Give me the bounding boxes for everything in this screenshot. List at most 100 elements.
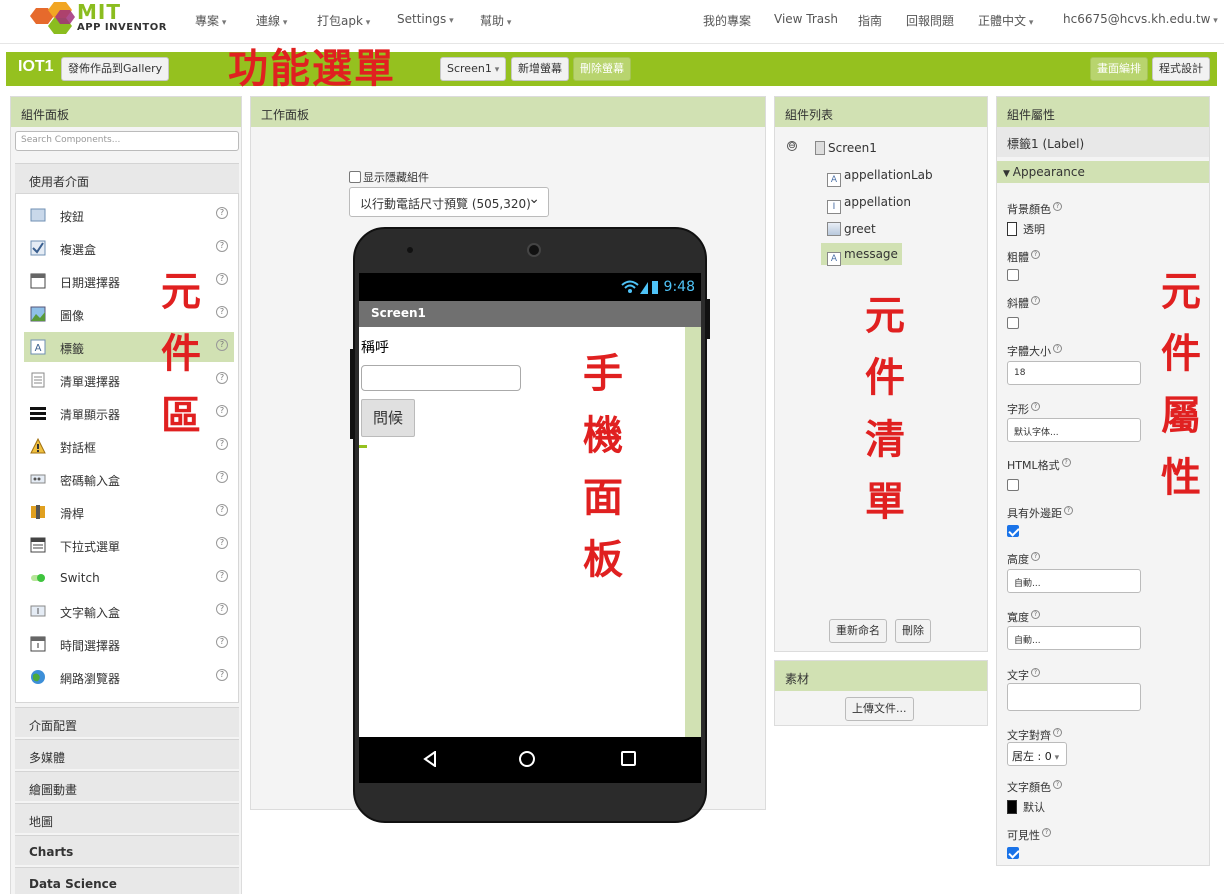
section-data-science[interactable]: Data Science xyxy=(15,867,239,894)
palette-item-button[interactable]: 按鈕 ? xyxy=(24,200,234,230)
palette-item-web-viewer[interactable]: 網路瀏覽器 ? xyxy=(24,662,234,692)
palette-item-textbox[interactable]: 文字輸入盒 ? xyxy=(24,596,234,626)
collapse-icon[interactable]: ⊖ xyxy=(787,141,797,151)
help-icon[interactable]: ? xyxy=(216,372,228,384)
palette-item-spinner[interactable]: 下拉式選單 ? xyxy=(24,530,234,560)
tree-node-greet[interactable]: greet xyxy=(825,218,878,240)
menu-build-apk[interactable]: 打包apk xyxy=(317,12,370,29)
palette-item-label: 清單顯示器 xyxy=(60,408,121,422)
prop-margin-checkbox[interactable] xyxy=(1007,525,1021,538)
help-icon[interactable]: ? xyxy=(216,240,228,252)
help-icon[interactable]: ? xyxy=(216,273,228,285)
palette-item-switch[interactable]: Switch ? xyxy=(24,563,234,593)
help-icon[interactable]: ? xyxy=(216,438,228,450)
section-layout[interactable]: 介面配置 xyxy=(15,707,239,737)
screen-select-dropdown[interactable]: Screen1 xyxy=(440,57,507,81)
help-icon[interactable]: ? xyxy=(216,471,228,483)
tree-node-message[interactable]: Amessage xyxy=(821,243,902,266)
rename-button[interactable]: 重新命名 xyxy=(829,619,887,643)
palette-item-label: 圖像 xyxy=(60,309,85,323)
color-swatch xyxy=(1007,800,1017,814)
nav-report-issue[interactable]: 回報問題 xyxy=(906,12,954,29)
preview-size-select[interactable]: 以行動電話尺寸預覽 (505,320) xyxy=(349,187,549,217)
help-icon[interactable]: ? xyxy=(1031,552,1040,561)
help-icon[interactable]: ? xyxy=(1031,296,1040,305)
nav-my-projects[interactable]: 我的專案 xyxy=(703,12,751,29)
preview-label-appellation[interactable]: 稱呼 xyxy=(361,337,389,357)
publish-gallery-button[interactable]: 發佈作品到Gallery xyxy=(61,57,170,81)
preview-button-greet[interactable]: 問候 xyxy=(361,399,415,437)
menu-project[interactable]: 專案 xyxy=(195,12,226,29)
tree-node-appellationlab[interactable]: AappellationLab xyxy=(825,164,935,187)
help-icon[interactable]: ? xyxy=(216,636,228,648)
appearance-group-toggle[interactable]: Appearance xyxy=(997,161,1209,183)
help-icon[interactable]: ? xyxy=(216,306,228,318)
app-screen-canvas[interactable]: 稱呼 問候 xyxy=(359,327,701,737)
prop-italic-checkbox[interactable] xyxy=(1007,317,1021,330)
recent-apps-icon xyxy=(621,751,636,766)
help-icon[interactable]: ? xyxy=(1053,728,1062,737)
help-icon[interactable]: ? xyxy=(1042,828,1051,837)
delete-button[interactable]: 刪除 xyxy=(895,619,931,643)
help-icon[interactable]: ? xyxy=(1031,402,1040,411)
preview-textbox-appellation[interactable] xyxy=(361,365,521,391)
preview-label-message[interactable] xyxy=(359,445,367,448)
prop-font-size-input[interactable]: 18 xyxy=(1007,361,1141,385)
prop-bg-color-value[interactable]: 透明 xyxy=(1007,221,1045,237)
show-hidden-row[interactable]: 显示隱藏組件 xyxy=(349,169,429,185)
prop-height-input[interactable]: 自動... xyxy=(1007,569,1141,593)
help-icon[interactable]: ? xyxy=(216,339,228,351)
blocks-button[interactable]: 程式設計 xyxy=(1152,57,1210,81)
help-icon[interactable]: ? xyxy=(1061,458,1071,467)
help-icon[interactable]: ? xyxy=(1053,780,1062,789)
help-icon[interactable]: ? xyxy=(216,669,228,681)
app-inventor-logo[interactable]: MIT APP INVENTOR xyxy=(30,0,166,40)
prop-html-checkbox[interactable] xyxy=(1007,479,1021,492)
prop-text-color-value[interactable]: 默认 xyxy=(1007,799,1045,815)
menu-help[interactable]: 幫助 xyxy=(480,12,511,29)
help-icon[interactable]: ? xyxy=(1053,202,1062,211)
prop-align-select[interactable]: 居左 : 0 xyxy=(1007,742,1067,766)
help-icon[interactable]: ? xyxy=(1031,610,1040,619)
menu-account[interactable]: hc6675@hcvs.kh.edu.tw xyxy=(1063,12,1218,26)
help-icon[interactable]: ? xyxy=(1064,506,1073,515)
section-user-interface[interactable]: 使用者介面 xyxy=(15,163,239,193)
tree-node-appellation[interactable]: Iappellation xyxy=(825,191,913,214)
palette-item-slider[interactable]: 滑桿 ? xyxy=(24,497,234,527)
help-icon[interactable]: ? xyxy=(216,207,228,219)
menu-settings[interactable]: Settings xyxy=(397,12,454,26)
add-screen-button[interactable]: 新增螢幕 xyxy=(511,57,569,81)
remove-screen-button[interactable]: 刪除螢幕 xyxy=(573,57,631,81)
section-maps[interactable]: 地圖 xyxy=(15,803,239,833)
section-drawing-animation[interactable]: 繪圖動畫 xyxy=(15,771,239,801)
help-icon[interactable]: ? xyxy=(216,570,228,582)
prop-typeface-input[interactable]: 默认字体... xyxy=(1007,418,1141,442)
nav-view-trash[interactable]: View Trash xyxy=(774,12,838,26)
help-icon[interactable]: ? xyxy=(216,603,228,615)
section-charts[interactable]: Charts xyxy=(15,835,239,865)
help-icon[interactable]: ? xyxy=(1031,668,1040,677)
search-components-input[interactable]: Search Components... xyxy=(15,131,239,151)
prop-visible-checkbox[interactable] xyxy=(1007,847,1021,860)
palette-item-time-picker[interactable]: 時間選擇器 ? xyxy=(24,629,234,659)
menu-language[interactable]: 正體中文 xyxy=(978,12,1033,29)
help-icon[interactable]: ? xyxy=(216,537,228,549)
upload-file-button[interactable]: 上傳文件... xyxy=(845,697,914,721)
help-icon[interactable]: ? xyxy=(1053,344,1062,353)
prop-bold-checkbox[interactable] xyxy=(1007,269,1021,282)
prop-text-textarea[interactable] xyxy=(1007,683,1141,711)
prop-width-input[interactable]: 自動... xyxy=(1007,626,1141,650)
section-media[interactable]: 多媒體 xyxy=(15,739,239,769)
designer-button[interactable]: 畫面編排 xyxy=(1090,57,1148,81)
help-icon[interactable]: ? xyxy=(216,504,228,516)
tree-node-screen1[interactable]: Screen1 xyxy=(813,137,879,159)
show-hidden-checkbox[interactable] xyxy=(349,171,361,183)
annotation-component-list: 元件清單 xyxy=(858,294,904,542)
help-icon[interactable]: ? xyxy=(1031,250,1040,259)
phone-volume-button xyxy=(350,349,354,439)
menu-connect[interactable]: 連線 xyxy=(256,12,287,29)
nav-guide[interactable]: 指南 xyxy=(858,12,882,29)
palette-item-checkbox[interactable]: 複選盒 ? xyxy=(24,233,234,263)
palette-item-password-textbox[interactable]: 密碼輸入盒 ? xyxy=(24,464,234,494)
help-icon[interactable]: ? xyxy=(216,405,228,417)
